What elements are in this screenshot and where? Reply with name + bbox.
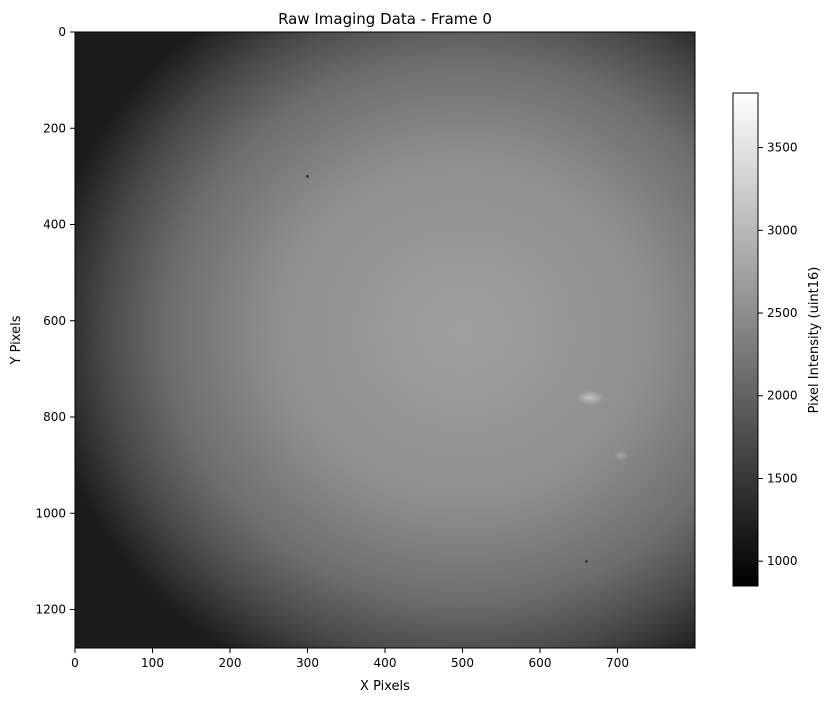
colorbar-label: Pixel Intensity (uint16) [807,267,822,414]
y-axis: 0 200 400 600 800 1000 1200 [35,25,75,617]
faint-spot [613,450,630,461]
image-vignette [75,32,695,648]
y-tick-label: 1000 [35,506,66,520]
x-tick-label: 100 [141,656,164,670]
y-axis-label: Y Pixels [9,315,24,365]
y-tick-label: 0 [58,25,66,39]
colorbar-tick-label: 2000 [767,389,798,403]
chart-title: Raw Imaging Data - Frame 0 [278,10,492,28]
x-axis-label: X Pixels [360,679,410,694]
colorbar-tick-label: 1500 [767,471,798,485]
colorbar-tick-label: 3000 [767,223,798,237]
plot-area [74,31,696,649]
dark-speck [585,559,588,563]
colorbar: 1000 1500 2000 2500 3000 3500 Pixel Intensity… [732,92,822,587]
y-tick-label: 1200 [35,603,66,617]
x-tick-label: 0 [71,656,79,670]
x-tick-label: 500 [451,656,474,670]
y-tick-label: 400 [43,218,66,232]
y-tick-label: 200 [43,121,66,135]
colorbar-gradient [732,92,759,587]
colorbar-tick-label: 3500 [767,141,798,155]
bright-spot [576,390,605,405]
y-tick-label: 800 [43,410,66,424]
y-tick-label: 600 [43,314,66,328]
colorbar-tick-label: 1000 [767,554,798,568]
colorbar-tick-label: 2500 [767,306,798,320]
dark-speck [306,174,309,178]
x-tick-label: 400 [374,656,397,670]
x-tick-label: 200 [219,656,242,670]
heatmap-chart: Raw Imaging Data - Frame 0 0 100 200 300 400… [9,10,822,694]
x-tick-label: 300 [296,656,319,670]
colorbar-ticks: 1000 1500 2000 2500 3000 3500 [758,141,798,568]
x-tick-label: 700 [606,656,629,670]
x-axis: 0 100 200 300 400 500 600 700 [71,648,629,670]
x-tick-label: 600 [529,656,552,670]
